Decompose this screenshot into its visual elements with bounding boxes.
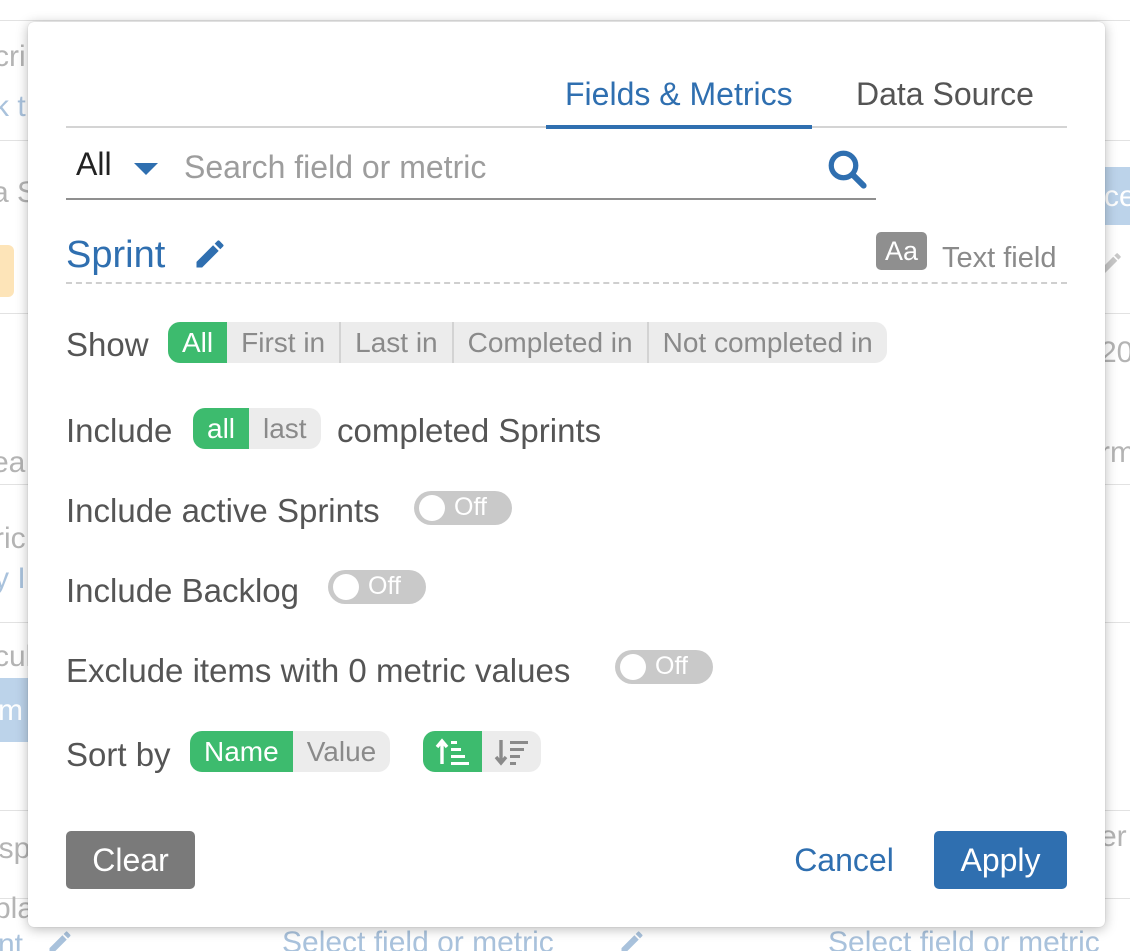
field-settings-modal: Fields & Metrics Data Source All Sprint …	[28, 22, 1105, 927]
apply-button[interactable]: Apply	[934, 831, 1067, 889]
show-segmented-control: All First in Last in Completed in Not co…	[168, 322, 887, 363]
include-backlog-toggle[interactable]: Off	[328, 570, 426, 604]
show-option-all[interactable]: All	[168, 322, 228, 363]
clear-button[interactable]: Clear	[66, 831, 195, 889]
show-label: Show	[66, 326, 149, 363]
sort-descending-icon	[494, 739, 528, 766]
toggle-knob	[620, 654, 646, 680]
include-option-last[interactable]: last	[249, 408, 321, 449]
bg-badge	[0, 245, 14, 297]
bg-text: m	[0, 694, 23, 727]
toggle-state: Off	[454, 493, 487, 521]
bg-text: ric	[0, 522, 26, 555]
selected-field-row: Sprint Aa Text field	[66, 226, 1067, 284]
bg-field-placeholder: Select field or metric	[828, 926, 1100, 951]
include-option-all[interactable]: all	[193, 408, 250, 449]
include-backlog-label: Include Backlog	[66, 572, 299, 609]
show-option-first-in[interactable]: First in	[227, 322, 339, 363]
chevron-down-icon	[134, 163, 158, 175]
sort-field-segmented-control: Name Value	[190, 731, 391, 772]
sort-descending-button[interactable]	[482, 731, 541, 772]
sort-option-name[interactable]: Name	[190, 731, 293, 772]
bg-text: isp	[0, 832, 31, 865]
bg-divider	[0, 20, 1130, 21]
field-name: Sprint	[66, 234, 166, 276]
bg-pencil-icon	[621, 931, 643, 951]
bg-text: cri	[0, 40, 26, 73]
pencil-icon[interactable]	[192, 236, 228, 272]
include-active-sprints-label: Include active Sprints	[66, 492, 380, 529]
bg-pencil-icon	[49, 931, 71, 951]
bg-text: ea	[0, 446, 26, 479]
toggle-state: Off	[655, 652, 688, 680]
cancel-button[interactable]: Cancel	[780, 831, 908, 889]
tab-fields-metrics[interactable]: Fields & Metrics	[546, 72, 812, 129]
include-suffix-label: completed Sprints	[337, 412, 602, 449]
include-segmented-control: all last	[193, 408, 321, 449]
search-bar: All	[66, 138, 876, 200]
search-icon[interactable]	[826, 148, 868, 190]
tab-data-source[interactable]: Data Source	[837, 72, 1053, 128]
include-label: Include	[66, 412, 173, 449]
sort-by-label: Sort by	[66, 736, 171, 773]
exclude-zero-toggle[interactable]: Off	[615, 650, 713, 684]
text-type-icon: Aa	[876, 232, 927, 270]
scope-dropdown[interactable]: All	[76, 146, 158, 183]
toggle-state: Off	[368, 572, 401, 600]
bg-link: nt	[0, 928, 24, 951]
toggle-knob	[333, 574, 359, 600]
show-option-completed-in[interactable]: Completed in	[451, 322, 647, 363]
field-type-label: Text field	[942, 242, 1057, 274]
toggle-knob	[419, 495, 445, 521]
bg-text: ce	[1104, 180, 1130, 213]
search-input[interactable]	[184, 142, 804, 192]
sort-direction-control	[423, 731, 541, 772]
bg-link: k t	[0, 90, 26, 123]
sort-option-value[interactable]: Value	[293, 731, 391, 772]
bg-field-placeholder: Select field or metric	[282, 926, 554, 951]
include-active-sprints-toggle[interactable]: Off	[414, 491, 512, 525]
exclude-zero-label: Exclude items with 0 metric values	[66, 652, 571, 689]
show-option-not-completed-in[interactable]: Not completed in	[646, 322, 887, 363]
bg-link: y I	[0, 562, 26, 595]
scope-value: All	[76, 146, 112, 182]
tab-bar: Fields & Metrics Data Source	[66, 72, 1067, 129]
show-option-last-in[interactable]: Last in	[339, 322, 452, 363]
sort-ascending-icon	[435, 737, 469, 765]
sort-ascending-button[interactable]	[423, 731, 482, 772]
